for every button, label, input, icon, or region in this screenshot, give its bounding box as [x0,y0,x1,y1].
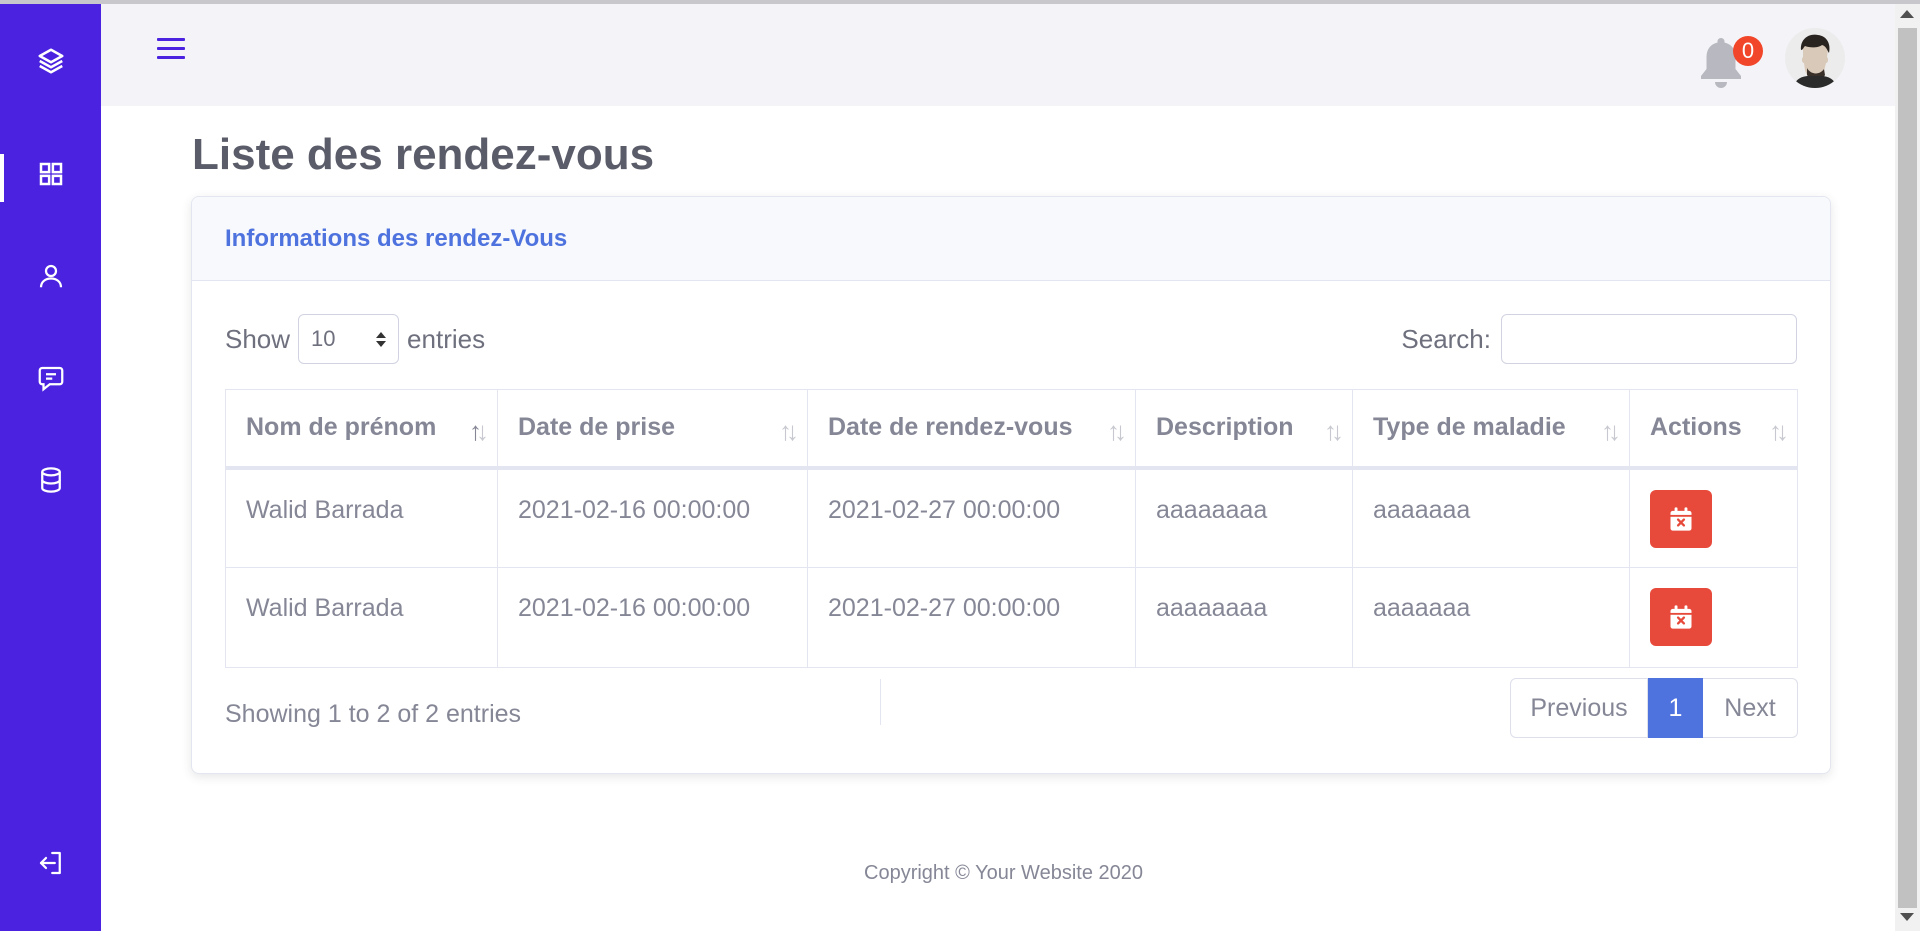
scroll-down-icon[interactable] [1900,913,1914,921]
appointments-card: Informations des rendez-Vous Show 10 ent… [191,196,1831,774]
next-page-button[interactable]: Next [1703,678,1798,738]
calendar-x-icon [1670,605,1692,629]
cell-name: Walid Barrada [225,467,498,568]
search-input[interactable] [1501,314,1797,364]
topbar: 0 [101,4,1895,106]
sort-icon: ↑↓ [1107,416,1127,446]
page-title: Liste des rendez-vous [192,130,655,179]
previous-page-button[interactable]: Previous [1510,678,1648,738]
table-header-row: Nom de prénom ↑↓ Date de prise ↑↓ Date de … [225,389,1798,470]
dashboard-grid-icon[interactable] [34,157,68,191]
cell-date-rdv: 2021-02-27 00:00:00 [807,467,1136,568]
logout-icon[interactable] [34,846,68,880]
divider [880,679,881,725]
search-label: Search: [1401,323,1491,354]
column-header-date-prise[interactable]: Date de prise ↑↓ [497,389,808,470]
cell-type: aaaaaaa [1352,467,1630,568]
database-icon[interactable] [34,463,68,497]
appointments-table: Nom de prénom ↑↓ Date de prise ↑↓ Date de … [225,389,1798,668]
select-arrows-icon [376,331,387,347]
search-control: Search: [1401,313,1797,365]
entries-length-select[interactable]: 10 [298,314,400,364]
calendar-x-icon [1670,506,1692,531]
sort-icon: ↑↓ [1601,416,1621,446]
column-header-type[interactable]: Type de maladie ↑↓ [1352,389,1630,470]
pagination: Previous 1 Next [1510,678,1798,738]
table-row: Walid Barrada 2021-02-16 00:00:00 2021-0… [225,467,1798,568]
page-1-button[interactable]: 1 [1648,678,1703,738]
sort-icon: ↑↓ [779,416,799,446]
cell-description: aaaaaaaa [1135,467,1353,568]
table-controls: Show 10 entries Search: [225,313,1797,365]
column-header-actions[interactable]: Actions ↑↓ [1629,389,1798,470]
notification-badge: 0 [1733,36,1763,66]
user-icon[interactable] [34,259,68,293]
avatar[interactable] [1785,28,1845,88]
length-control: Show 10 entries [225,313,485,365]
message-icon[interactable] [34,361,68,395]
sort-icon: ↑↓ [1769,416,1789,446]
sort-icon: ↑↓ [469,416,489,446]
cell-actions [1629,567,1798,668]
card-title: Informations des rendez-Vous [225,224,568,252]
delete-appointment-button[interactable] [1650,588,1712,646]
column-header-date-rdv[interactable]: Date de rendez-vous ↑↓ [807,389,1136,470]
active-indicator [0,154,4,202]
show-label: Show [225,323,291,354]
scroll-up-icon[interactable] [1900,10,1914,18]
cell-type: aaaaaaa [1352,567,1630,668]
table-info: Showing 1 to 2 of 2 entries [225,700,522,728]
cell-date-rdv: 2021-02-27 00:00:00 [807,567,1136,668]
cell-description: aaaaaaaa [1135,567,1353,668]
delete-appointment-button[interactable] [1650,489,1712,548]
footer-copyright: Copyright © Your Website 2020 [864,862,1143,884]
sort-icon: ↑↓ [1324,416,1344,446]
scrollbar-thumb[interactable] [1898,28,1917,908]
cell-date-prise: 2021-02-16 00:00:00 [497,467,808,568]
table-row: Walid Barrada 2021-02-16 00:00:00 2021-0… [225,567,1798,668]
column-header-name[interactable]: Nom de prénom ↑↓ [225,389,498,470]
cell-actions [1629,467,1798,568]
entries-label: entries [407,323,486,354]
cell-name: Walid Barrada [225,567,498,668]
entries-length-value: 10 [311,326,336,351]
column-header-description[interactable]: Description ↑↓ [1135,389,1353,470]
cell-date-prise: 2021-02-16 00:00:00 [497,567,808,668]
menu-toggle-icon[interactable] [157,38,187,68]
card-header: Informations des rendez-Vous [192,197,1830,281]
sidebar [0,4,101,931]
layers-icon[interactable] [34,44,68,78]
